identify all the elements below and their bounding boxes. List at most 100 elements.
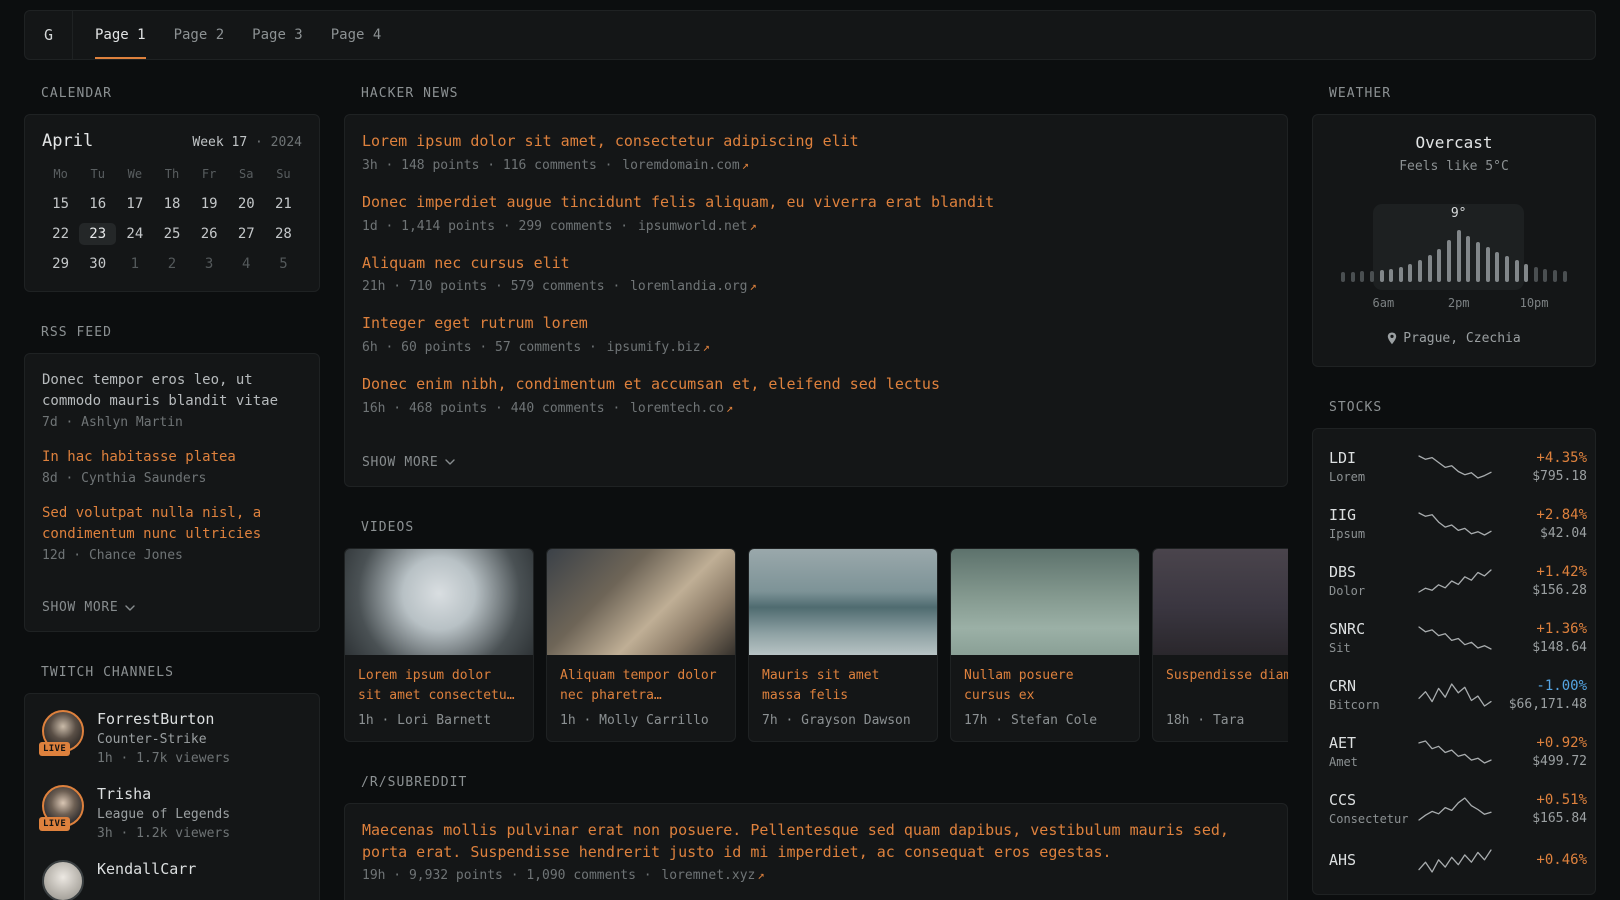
item-meta-text: 21h · 710 points · 579 comments · <box>362 279 620 294</box>
weather-bar <box>1515 260 1519 282</box>
video-title[interactable]: Lorem ipsum dolor sit amet consectetu… <box>358 666 520 706</box>
source-link[interactable]: loremlandia.org↗ <box>630 279 757 294</box>
rss-item-title[interactable]: Donec tempor eros leo, ut commodo mauris… <box>42 370 302 412</box>
hackernews-item-meta: 3h · 148 points · 116 comments · loremdo… <box>362 158 1270 173</box>
stock-identity: CCS Consectetur <box>1329 791 1417 826</box>
stock-row[interactable]: IIG Ipsum +2.84% $42.04 <box>1329 495 1579 552</box>
stock-values: +4.35% $795.18 <box>1493 450 1587 484</box>
calendar-day: 23 <box>79 223 116 245</box>
source-link[interactable]: loremnet.xyz↗ <box>661 868 764 883</box>
avatar-wrapper: LIVE <box>42 710 84 752</box>
video-title[interactable]: Nullam posuere cursus ex <box>964 666 1126 706</box>
subreddit-item-title[interactable]: Maecenas mollis pulvinar erat non posuer… <box>362 820 1270 864</box>
stock-row[interactable]: DBS Dolor +1.42% $156.28 <box>1329 552 1579 609</box>
stock-row[interactable]: CCS Consectetur +0.51% $165.84 <box>1329 780 1579 837</box>
external-link-icon: ↗ <box>726 401 733 415</box>
source-link[interactable]: ipsumify.biz↗ <box>607 340 710 355</box>
calendar-day: 27 <box>228 223 265 245</box>
video-thumbnail[interactable] <box>951 549 1139 655</box>
video-title[interactable]: Suspendisse diam <box>1166 666 1288 706</box>
hackernews-item-title[interactable]: Integer eget rutrum lorem <box>362 313 1270 335</box>
page-tab[interactable]: Page 1 <box>95 11 146 59</box>
avatar-wrapper: LIVE <box>42 860 84 900</box>
rss-show-more-button[interactable]: SHOW MORE <box>42 600 135 615</box>
video-card-body: Mauris sit amet massa felis 7h · Grayson… <box>749 655 937 741</box>
weather-card: Overcast Feels like 5°C 9° 6am2pm10pm <box>1312 114 1596 367</box>
weather-bar <box>1408 264 1412 282</box>
calendar-header: April Week 17 · 2024 <box>42 131 302 151</box>
external-link-icon: ↗ <box>703 340 710 354</box>
video-card[interactable]: Suspendisse diam 18h · Tara <box>1152 548 1288 742</box>
avatar-wrapper: LIVE <box>42 785 84 827</box>
video-thumbnail[interactable] <box>749 549 937 655</box>
video-thumbnail[interactable] <box>345 549 533 655</box>
page-tab-label: Page 2 <box>174 27 225 43</box>
page-tab[interactable]: Page 4 <box>331 11 382 59</box>
source-link[interactable]: ipsumworld.net↗ <box>638 219 757 234</box>
twitch-channel-row[interactable]: LIVE KendallCarr <box>42 860 302 900</box>
stock-identity: DBS Dolor <box>1329 563 1417 598</box>
source-link[interactable]: loremdomain.com↗ <box>622 158 749 173</box>
stock-symbol: AET <box>1329 734 1417 752</box>
stock-row[interactable]: CRN Bitcorn -1.00% $66,171.48 <box>1329 666 1579 723</box>
rss-item-title[interactable]: Sed volutpat nulla nisl, a condimentum n… <box>42 503 302 545</box>
video-card[interactable]: Lorem ipsum dolor sit amet consectetu… 1… <box>344 548 534 742</box>
calendar-day-of-week: Fr <box>191 167 228 181</box>
stock-values: +1.42% $156.28 <box>1493 564 1587 598</box>
calendar-grid: MoTuWeThFrSaSu 1516171819202122232425262… <box>42 167 302 275</box>
weather-bar <box>1437 249 1441 282</box>
hackernews-section: HACKER NEWS Lorem ipsum dolor sit amet, … <box>344 86 1288 487</box>
page-tab[interactable]: Page 2 <box>174 11 225 59</box>
weather-bar <box>1447 240 1451 282</box>
channel-name[interactable]: Trisha <box>97 785 230 803</box>
rss-item-title[interactable]: In hac habitasse platea <box>42 447 302 468</box>
twitch-channel-row[interactable]: LIVE ForrestBurton Counter-Strike 1h · 1… <box>42 710 302 766</box>
item-meta-text: 3h · 148 points · 116 comments · <box>362 158 612 173</box>
stock-price: $156.28 <box>1493 583 1587 598</box>
stock-row[interactable]: LDI Lorem +4.35% $795.18 <box>1329 438 1579 495</box>
live-badge: LIVE <box>39 742 70 756</box>
hackernews-item-title[interactable]: Donec imperdiet augue tincidunt felis al… <box>362 192 1270 214</box>
stock-sparkline <box>1417 454 1493 480</box>
hackernews-item: Aliquam nec cursus elit 21h · 710 points… <box>362 253 1270 295</box>
stock-change: +0.46% <box>1493 852 1587 868</box>
source-link[interactable]: loremtech.co↗ <box>630 401 733 416</box>
channel-name[interactable]: KendallCarr <box>97 860 196 878</box>
video-title[interactable]: Aliquam tempor dolor nec pharetra… <box>560 666 722 706</box>
stock-sparkline <box>1417 511 1493 537</box>
video-meta: 1h · Lori Barnett <box>358 713 520 728</box>
stock-symbol: AHS <box>1329 851 1417 869</box>
hackernews-item-title[interactable]: Lorem ipsum dolor sit amet, consectetur … <box>362 131 1270 153</box>
stock-identity: LDI Lorem <box>1329 449 1417 484</box>
video-title[interactable]: Mauris sit amet massa felis <box>762 666 924 706</box>
stock-change: +4.35% <box>1493 450 1587 466</box>
stocks-section: STOCKS LDI Lorem +4.35% $795.18 <box>1312 400 1596 895</box>
page-tabs: Page 1 Page 2 Page 3 Page 4 <box>95 11 381 59</box>
video-thumbnail[interactable] <box>547 549 735 655</box>
hackernews-item-title[interactable]: Donec enim nibh, condimentum et accumsan… <box>362 374 1270 396</box>
twitch-channel-row[interactable]: LIVE Trisha League of Legends 3h · 1.2k … <box>42 785 302 841</box>
item-meta-text: 16h · 468 points · 440 comments · <box>362 401 620 416</box>
weather-section-title: WEATHER <box>1329 86 1596 101</box>
stock-row[interactable]: AHS +0.46% <box>1329 837 1579 885</box>
stock-row[interactable]: SNRC Sit +1.36% $148.64 <box>1329 609 1579 666</box>
hackernews-show-more-button[interactable]: SHOW MORE <box>362 455 455 470</box>
video-meta: 1h · Molly Carrillo <box>560 713 722 728</box>
video-thumbnail[interactable] <box>1153 549 1288 655</box>
dashboard-page: G Page 1 Page 2 Page 3 Page 4 CALENDAR A… <box>0 0 1620 900</box>
app-logo: G <box>25 11 73 59</box>
channel-meta: 1h · 1.7k viewers <box>97 751 230 766</box>
stock-symbol: CRN <box>1329 677 1417 695</box>
page-tab[interactable]: Page 3 <box>252 11 303 59</box>
weather-feels-like: Feels like 5°C <box>1329 159 1579 174</box>
channel-name[interactable]: ForrestBurton <box>97 710 230 728</box>
subreddit-item-meta: 19h · 9,932 points · 1,090 comments · lo… <box>362 868 1270 883</box>
video-card[interactable]: Nullam posuere cursus ex 17h · Stefan Co… <box>950 548 1140 742</box>
video-card-body: Lorem ipsum dolor sit amet consectetu… 1… <box>345 655 533 741</box>
calendar-day: 26 <box>191 223 228 245</box>
video-card[interactable]: Aliquam tempor dolor nec pharetra… 1h · … <box>546 548 736 742</box>
calendar-day: 1 <box>116 253 153 275</box>
stock-row[interactable]: AET Amet +0.92% $499.72 <box>1329 723 1579 780</box>
video-card[interactable]: Mauris sit amet massa felis 7h · Grayson… <box>748 548 938 742</box>
hackernews-item-title[interactable]: Aliquam nec cursus elit <box>362 253 1270 275</box>
